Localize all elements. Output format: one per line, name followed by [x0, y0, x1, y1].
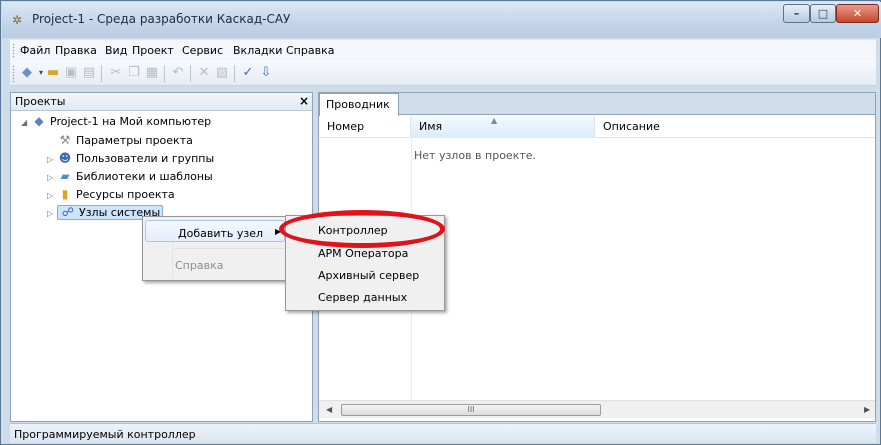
collapsed-arrow-icon[interactable]: ▷ [47, 205, 57, 222]
save-all-icon[interactable]: ▤ [81, 65, 97, 81]
collapsed-arrow-icon[interactable]: ▷ [47, 151, 57, 168]
toolbar: ◆ ▾ ▬ ▣ ▤ ✂ ❐ ▦ ↶ ✕ ▧ ✓ ⇩ [10, 61, 876, 86]
horizontal-scrollbar[interactable]: ◀ III ▶ [319, 400, 875, 418]
toolbar-separator [101, 65, 102, 82]
toolbar-grip[interactable] [12, 65, 15, 82]
menu-tabs[interactable]: Вкладки [233, 44, 282, 57]
title-bar[interactable]: ✲ Project-1 - Среда разработки Каскад-СА… [2, 2, 881, 38]
scroll-thumb[interactable]: III [341, 404, 601, 416]
close-button[interactable]: ✕ [836, 4, 879, 23]
status-bar: Программируемый контроллер [10, 423, 876, 443]
menu-item-add-node[interactable]: Добавить узел ▶ [145, 220, 285, 242]
collapsed-arrow-icon[interactable]: ▷ [47, 187, 57, 204]
properties-icon[interactable]: ▧ [214, 65, 230, 81]
copy-icon[interactable]: ❐ [126, 65, 142, 81]
network-nodes-icon: ☍ [61, 205, 75, 219]
project-icon: ◆ [34, 114, 44, 128]
close-panel-icon[interactable]: × [299, 94, 309, 108]
scroll-right-icon[interactable]: ▶ [864, 405, 870, 414]
library-icon: ▰ [60, 169, 70, 183]
tree-item-project[interactable]: ◢ ◆ Project-1 на Мой компьютер [21, 113, 211, 130]
menu-view[interactable]: Вид [105, 44, 127, 57]
status-text: Программируемый контроллер [14, 428, 196, 441]
menu-item-label: Добавить узел [178, 227, 264, 240]
menu-help[interactable]: Справка [286, 44, 334, 57]
tree-item-label: Пользователи и группы [76, 152, 215, 165]
menu-file[interactable]: Файл [20, 44, 50, 57]
tree-item-users[interactable]: ▷ ☻ Пользователи и группы [47, 150, 214, 167]
sort-ascending-icon: ▲ [491, 116, 498, 125]
menu-edit[interactable]: Правка [55, 44, 97, 57]
tree-item-resources[interactable]: ▷ ▮ Ресурсы проекта [47, 186, 175, 203]
column-description[interactable]: Описание [595, 116, 875, 138]
scroll-left-icon[interactable]: ◀ [326, 405, 332, 414]
tree-item-label: Библиотеки и шаблоны [76, 170, 213, 183]
column-name-label: Имя [419, 120, 443, 133]
toolbar-separator [190, 65, 191, 82]
toolbar-separator [164, 65, 165, 82]
minimize-button[interactable]: – [783, 4, 810, 23]
cut-icon[interactable]: ✂ [108, 65, 124, 81]
expanded-arrow-icon[interactable]: ◢ [21, 114, 31, 131]
projects-panel-title: Проекты [15, 95, 66, 108]
resources-icon: ▮ [61, 187, 69, 201]
spellcheck-icon[interactable]: ✓ [240, 65, 256, 81]
app-icon: ✲ [12, 13, 23, 27]
submenu-item-operator-workstation[interactable]: АРМ Оператора [318, 247, 408, 260]
settings-icon: ⚒ [59, 133, 71, 147]
projects-panel-header: Проекты × [11, 93, 312, 111]
tree-item-libraries[interactable]: ▷ ▰ Библиотеки и шаблоны [47, 168, 213, 185]
tree-item-label: Project-1 на Мой компьютер [50, 115, 212, 128]
menubar-grip[interactable] [12, 43, 15, 59]
column-name[interactable]: Имя ▲ [411, 116, 595, 138]
tree-item-label: Параметры проекта [76, 134, 193, 147]
maximize-button[interactable]: □ [810, 4, 836, 23]
undo-icon[interactable]: ↶ [170, 65, 186, 81]
app-window: ✲ Project-1 - Среда разработки Каскад-СА… [0, 0, 881, 445]
submenu-item-archive-server[interactable]: Архивный сервер [318, 269, 419, 282]
open-folder-icon[interactable]: ▬ [45, 65, 61, 81]
tree-item-label: Ресурсы проекта [76, 188, 175, 201]
window-title: Project-1 - Среда разработки Каскад-САУ [32, 12, 291, 26]
save-icon[interactable]: ▣ [63, 65, 79, 81]
menu-project[interactable]: Проект [132, 44, 174, 57]
menu-item-help[interactable]: Справка [175, 259, 223, 272]
highlight-ellipse [279, 210, 445, 248]
paste-icon[interactable]: ▦ [144, 65, 160, 81]
submenu-item-data-server[interactable]: Сервер данных [318, 291, 407, 304]
menu-bar: Файл Правка Вид Проект Сервис Вкладки Сп… [10, 39, 876, 61]
menu-separator [174, 248, 285, 249]
tab-strip: Проводник [319, 93, 875, 116]
empty-message: Нет узлов в проекте. [414, 149, 537, 162]
delete-icon[interactable]: ✕ [196, 65, 212, 81]
collapsed-arrow-icon[interactable]: ▷ [47, 169, 57, 186]
tab-explorer[interactable]: Проводник [319, 93, 399, 116]
toolbar-separator [234, 65, 235, 82]
export-icon[interactable]: ⇩ [258, 65, 274, 81]
grid-header: Номер Имя ▲ Описание [319, 116, 875, 138]
column-number[interactable]: Номер [319, 116, 411, 138]
context-menu: Добавить узел ▶ Справка [142, 216, 288, 281]
menu-service[interactable]: Сервис [182, 44, 223, 57]
tree-item-project-params[interactable]: ⚒ Параметры проекта [57, 132, 193, 149]
users-icon: ☻ [58, 151, 72, 165]
